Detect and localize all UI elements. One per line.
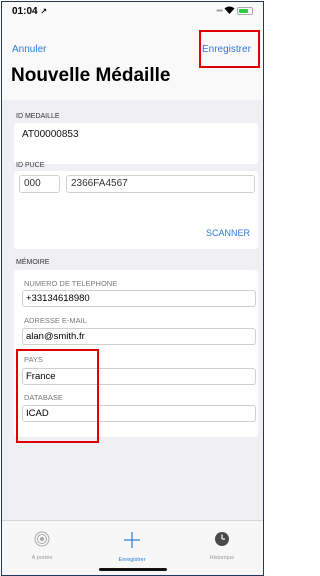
puce-section-label: ID PUCE xyxy=(16,162,45,169)
country-database-highlight-box xyxy=(16,349,99,443)
signal-icon: •••• xyxy=(216,7,223,15)
tab-register[interactable]: Enregistrer xyxy=(102,531,162,563)
memory-section-label: MÉMOIRE xyxy=(16,259,50,266)
save-button[interactable]: Enregistrer xyxy=(202,44,251,55)
tab-in-range[interactable]: À portée xyxy=(12,531,72,561)
home-indicator xyxy=(99,568,167,571)
email-field[interactable]: alan@smith.fr xyxy=(22,328,256,345)
status-icons: •••• xyxy=(216,6,253,16)
location-arrow-icon: ↗ xyxy=(40,7,48,16)
medal-section-label: ID MEDAILLE xyxy=(16,113,60,120)
tab-history[interactable]: Historique xyxy=(192,531,252,561)
puce-code-input[interactable]: 2366FA4567 xyxy=(66,175,255,193)
time-text: 01:04 xyxy=(12,6,38,17)
medal-id-input[interactable]: AT00000853 xyxy=(22,129,79,140)
radar-icon xyxy=(12,531,72,552)
status-time: 01:04 ↗ xyxy=(12,6,47,17)
page-title: Nouvelle Médaille xyxy=(11,65,171,86)
wifi-icon xyxy=(224,6,235,16)
tab-label: À portée xyxy=(31,555,53,561)
phone-label: NUMERO DE TELEPHONE xyxy=(24,279,118,288)
tab-label: Enregistrer xyxy=(118,557,146,563)
cancel-button[interactable]: Annuler xyxy=(12,44,46,55)
puce-prefix-input[interactable]: 000 xyxy=(19,175,60,193)
medal-card: AT00000853 xyxy=(14,123,258,164)
app-screen: 01:04 ↗ •••• Annuler Enregistrer Nouvell… xyxy=(1,1,264,576)
scanner-button[interactable]: SCANNER xyxy=(206,228,250,238)
tab-label: Historique xyxy=(209,555,235,561)
plus-icon xyxy=(102,531,162,554)
phone-field[interactable]: +33134618980 xyxy=(22,290,256,307)
navigation-header: 01:04 ↗ •••• Annuler Enregistrer Nouvell… xyxy=(2,2,263,100)
clock-icon xyxy=(192,531,252,552)
battery-icon xyxy=(237,7,253,15)
email-label: ADRESSE E-MAIL xyxy=(24,316,87,325)
